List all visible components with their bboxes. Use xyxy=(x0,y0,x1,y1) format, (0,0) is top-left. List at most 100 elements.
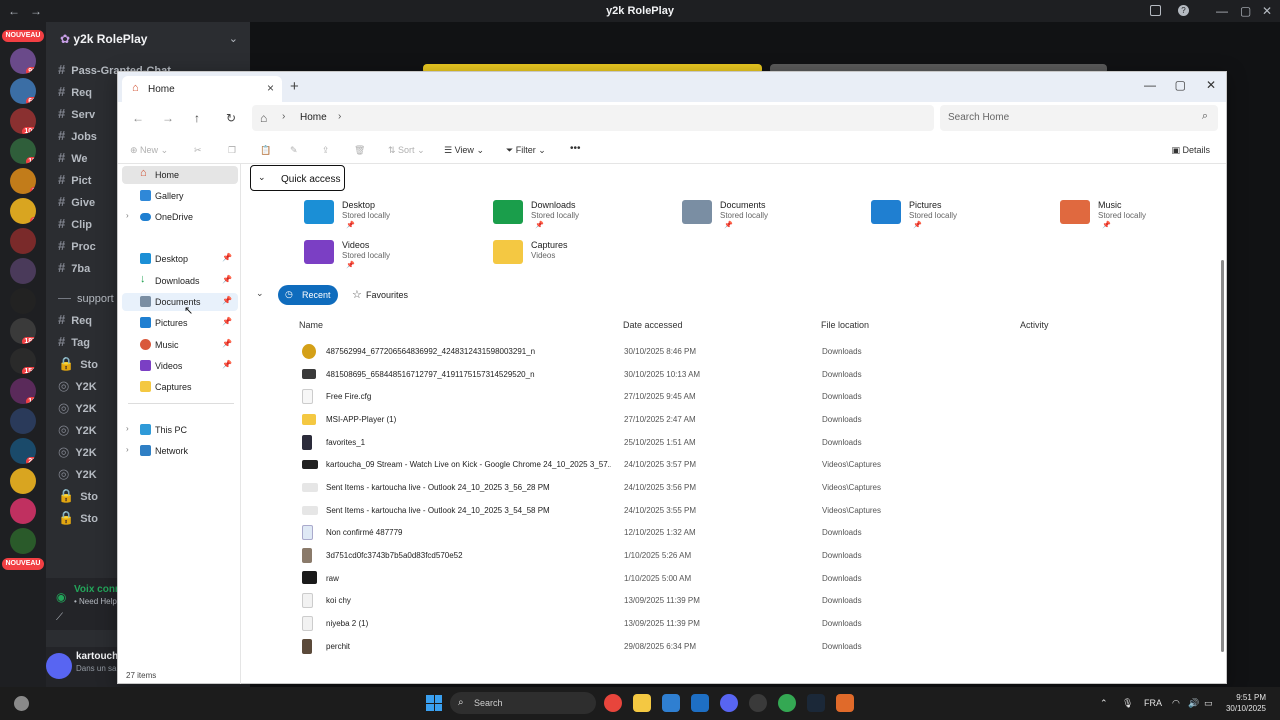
file-row[interactable]: Sent Items - kartoucha live - Outlook 24… xyxy=(298,477,1218,499)
forward-icon[interactable]: → xyxy=(162,111,174,125)
discord-icon[interactable] xyxy=(720,694,738,712)
server-icon[interactable]: 1 xyxy=(10,198,36,224)
recent-tab[interactable]: ◷ Recent xyxy=(278,285,338,305)
server-icon[interactable] xyxy=(10,408,36,434)
cut-icon[interactable]: ✂ xyxy=(194,145,202,156)
nav-item-this-pc[interactable]: › This PC xyxy=(122,421,238,439)
quick-access-item[interactable]: Pictures Stored locally 📌 xyxy=(871,198,1041,234)
channel-item[interactable]: — support xyxy=(58,290,114,308)
file-row[interactable]: koi chy 13/09/2025 11:39 PM Downloads xyxy=(298,590,1218,612)
app-icon[interactable] xyxy=(749,694,767,712)
server-icon[interactable]: 16 xyxy=(10,378,36,404)
minimize-icon[interactable]: — xyxy=(1144,78,1156,92)
channel-item[interactable]: 🔒 Sto xyxy=(58,356,98,374)
nav-item-music[interactable]: Music 📌 xyxy=(122,336,238,354)
file-row[interactable]: 481508695_658448516712797_41911751573145… xyxy=(298,364,1218,386)
channel-item[interactable]: # Serv xyxy=(58,106,95,124)
wifi-icon[interactable]: ◠ xyxy=(1172,698,1180,709)
file-row[interactable]: Free Fire.cfg 27/10/2025 9:45 AM Downloads xyxy=(298,386,1218,408)
maximize-icon[interactable]: ▢ xyxy=(1175,78,1186,92)
taskbar-search[interactable]: ⌕ Search xyxy=(450,692,596,714)
channel-item[interactable]: # Jobs xyxy=(58,128,97,146)
file-row[interactable]: Non confirmé 487779 12/10/2025 1:32 AM Dow… xyxy=(298,522,1218,544)
app-icon[interactable] xyxy=(836,694,854,712)
battery-icon[interactable]: ▭ xyxy=(1204,698,1213,709)
paste-icon[interactable]: 📋 xyxy=(260,145,271,156)
column-header-date[interactable]: Date accessed xyxy=(623,320,683,330)
nav-item-onedrive[interactable]: › OneDrive xyxy=(122,208,238,226)
quick-access-item[interactable]: Documents Stored locally 📌 xyxy=(682,198,852,234)
channel-item[interactable]: ◎ Y2K xyxy=(58,444,97,462)
breadcrumb[interactable]: Home xyxy=(300,112,327,123)
column-header-name[interactable]: Name xyxy=(299,320,323,330)
address-bar[interactable]: ⌂ › Home › xyxy=(252,105,934,131)
server-icon[interactable]: 156 xyxy=(10,348,36,374)
language-indicator[interactable]: FRA xyxy=(1144,698,1162,708)
file-row[interactable]: Sent Items - kartoucha live - Outlook 24… xyxy=(298,500,1218,522)
file-row[interactable]: MSI-APP-Player (1) 27/10/2025 2:47 AM Down… xyxy=(298,409,1218,431)
chevron-down-icon[interactable]: ⌄ xyxy=(256,288,264,299)
start-icon[interactable] xyxy=(426,695,442,711)
channel-item[interactable]: 🔒 Sto xyxy=(58,488,98,506)
chevron-right-icon[interactable]: › xyxy=(338,111,341,122)
server-icon[interactable]: 15 xyxy=(10,138,36,164)
channel-item[interactable]: #7ba xyxy=(58,260,90,278)
nav-item-pictures[interactable]: Pictures 📌 xyxy=(122,314,238,332)
channel-item[interactable]: # We xyxy=(58,150,88,168)
channel-item[interactable]: ◎ Y2K xyxy=(58,400,97,418)
scrollbar[interactable] xyxy=(1221,260,1224,652)
file-row[interactable]: niyeba 2 (1) 13/09/2025 11:39 PM Downloads xyxy=(298,613,1218,635)
new-button[interactable]: ⊕ New ⌄ xyxy=(130,145,168,156)
close-icon[interactable]: ✕ xyxy=(1206,78,1216,92)
server-icon[interactable] xyxy=(10,228,36,254)
chrome-icon[interactable] xyxy=(778,694,796,712)
server-icon[interactable]: 69 xyxy=(10,78,36,104)
chevron-down-icon[interactable]: ⌄ xyxy=(229,32,238,45)
microphone-icon[interactable]: 🎙 xyxy=(1122,698,1133,709)
quick-access-item[interactable]: Desktop Stored locally 📌 xyxy=(304,198,474,234)
inbox-icon[interactable] xyxy=(1150,5,1161,16)
nav-item-home[interactable]: ⌂ Home xyxy=(122,166,238,184)
nav-item-gallery[interactable]: Gallery xyxy=(122,187,238,205)
file-row[interactable]: kartoucha_09 Stream - Watch Live on Kick… xyxy=(298,454,1218,476)
minimize-icon[interactable]: — xyxy=(1216,4,1228,18)
server-icon[interactable]: 23 xyxy=(10,438,36,464)
nav-item-desktop[interactable]: Desktop 📌 xyxy=(122,250,238,268)
copy-icon[interactable]: ❐ xyxy=(228,145,236,156)
quick-access-item[interactable]: Downloads Stored locally 📌 xyxy=(493,198,663,234)
channel-item[interactable]: 🔒 Sto xyxy=(58,510,98,528)
channel-item[interactable]: ◎ Y2K xyxy=(58,466,97,484)
close-tab-icon[interactable]: × xyxy=(267,81,274,95)
widgets-icon[interactable] xyxy=(14,696,29,711)
chrome-icon[interactable] xyxy=(604,694,622,712)
channel-item[interactable]: # Clip xyxy=(58,216,92,234)
server-icon[interactable]: 3 xyxy=(10,168,36,194)
channel-item[interactable]: # Pict xyxy=(58,172,91,190)
noise-icon[interactable]: ⟋ xyxy=(56,612,63,623)
column-header-location[interactable]: File location xyxy=(821,320,869,330)
channel-item[interactable]: # Tag xyxy=(58,334,90,352)
store-icon[interactable] xyxy=(662,694,680,712)
server-icon[interactable]: 101 xyxy=(10,108,36,134)
chevron-right-icon[interactable]: › xyxy=(282,111,285,122)
close-icon[interactable]: ✕ xyxy=(1262,4,1272,18)
maximize-icon[interactable]: ▢ xyxy=(1240,4,1251,18)
filter-button[interactable]: ⏷ Filter ⌄ xyxy=(506,145,546,156)
server-icon[interactable] xyxy=(10,528,36,554)
quick-access-item[interactable]: Captures Videos xyxy=(493,238,663,274)
column-header-activity[interactable]: Activity xyxy=(1020,320,1049,330)
quick-access-header[interactable]: ⌄ Quick access xyxy=(250,165,345,191)
help-icon[interactable]: ? xyxy=(1178,5,1189,16)
channel-item[interactable]: # Req xyxy=(58,84,92,102)
back-icon[interactable]: ← xyxy=(132,111,144,125)
nav-item-documents[interactable]: Documents 📌 xyxy=(122,293,238,311)
file-row[interactable]: 3d751cd0fc3743b7b5a0d83fcd570e52 1/10/202… xyxy=(298,545,1218,567)
new-tab-icon[interactable]: + xyxy=(290,78,299,95)
server-icon[interactable] xyxy=(10,288,36,314)
tab-home[interactable]: ⌂ Home × xyxy=(122,76,282,102)
up-icon[interactable]: ↑ xyxy=(194,111,200,125)
quick-access-item[interactable]: Music Stored locally 📌 xyxy=(1060,198,1230,234)
chevron-right-icon[interactable]: › xyxy=(126,445,129,454)
file-explorer-icon[interactable] xyxy=(633,694,651,712)
channel-item[interactable]: # Give xyxy=(58,194,95,212)
